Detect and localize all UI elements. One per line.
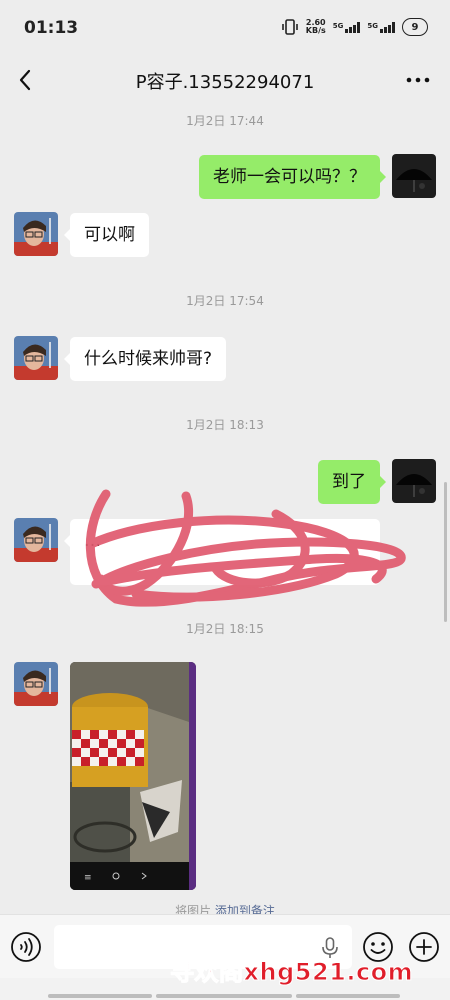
voice-icon bbox=[11, 932, 41, 962]
contact-avatar[interactable] bbox=[14, 662, 58, 706]
contact-avatar[interactable] bbox=[14, 336, 58, 380]
net-speed: 2.60 KB/s bbox=[305, 18, 326, 35]
self-avatar[interactable] bbox=[392, 154, 436, 198]
vibrate-icon bbox=[281, 19, 298, 35]
plus-icon bbox=[409, 932, 439, 962]
nav-handle[interactable] bbox=[48, 994, 152, 998]
signal-icon: 5G bbox=[367, 21, 395, 33]
status-bar: 01:13 2.60 KB/s 5G 5G 9 bbox=[0, 0, 450, 58]
message-bubble-incoming[interactable]: 什么时候来帅哥? bbox=[63, 337, 227, 381]
contact-avatar[interactable] bbox=[14, 212, 58, 256]
status-time: 01:13 bbox=[24, 18, 79, 38]
system-notice: 将图片 添加到备注 bbox=[0, 902, 450, 914]
voice-button[interactable] bbox=[10, 931, 42, 963]
redaction-scribble bbox=[85, 489, 406, 607]
timestamp: 1月2日 18:15 bbox=[186, 622, 264, 636]
timestamp: 1月2日 17:44 bbox=[186, 114, 264, 128]
watermark-text: 寻欢阁xhg521.com bbox=[169, 958, 414, 987]
svg-text:≡: ≡ bbox=[84, 873, 92, 883]
scrollbar[interactable] bbox=[444, 482, 447, 622]
more-horizontal-icon bbox=[406, 77, 430, 83]
more-button[interactable] bbox=[404, 70, 432, 90]
contact-avatar[interactable] bbox=[14, 518, 58, 562]
nav-handle[interactable] bbox=[296, 994, 400, 998]
add-remark-link[interactable]: 添加到备注 bbox=[215, 904, 275, 914]
battery-icon: 9 bbox=[402, 18, 428, 36]
chat-header: P容子.13552294071 bbox=[0, 58, 450, 102]
signal-icon: 5G bbox=[333, 21, 361, 33]
message-bubble-outgoing[interactable]: 老师一会可以吗？？ bbox=[199, 155, 386, 199]
timestamp: 1月2日 17:54 bbox=[186, 294, 264, 308]
status-icons: 2.60 KB/s 5G 5G 9 bbox=[281, 18, 428, 36]
chat-title: P容子.13552294071 bbox=[135, 72, 315, 93]
image-message[interactable]: ≡ bbox=[70, 662, 196, 890]
nav-handle[interactable] bbox=[156, 994, 292, 998]
message-list[interactable]: 1月2日 17:44 老师一会可以吗？？ 可以啊 1月2日 17:54 什么时候… bbox=[0, 102, 450, 914]
message-bubble-incoming[interactable]: 可以啊 bbox=[64, 213, 149, 257]
timestamp: 1月2日 18:13 bbox=[186, 418, 264, 432]
